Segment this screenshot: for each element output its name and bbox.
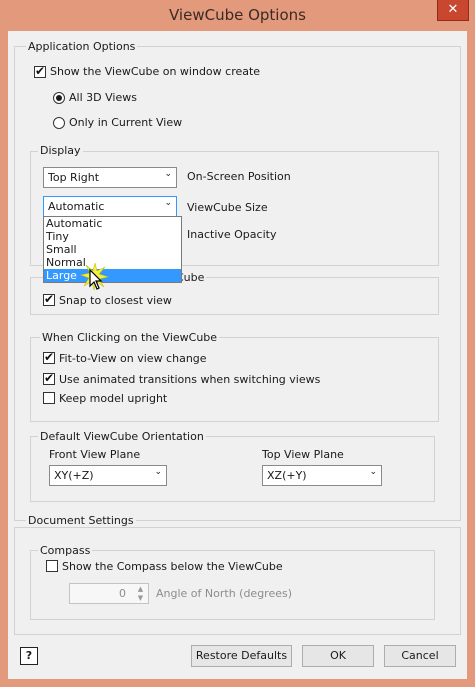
show-viewcube-label: Show the ViewCube on window create: [50, 65, 261, 78]
chevron-down-icon: ⌄: [154, 467, 162, 477]
size-value: Automatic: [48, 200, 105, 213]
spin-up-icon[interactable]: ▲: [134, 585, 147, 594]
front-plane-value: XY(+Z): [54, 469, 94, 482]
angle-label: Angle of North (degrees): [156, 587, 293, 600]
front-plane-label: Front View Plane: [49, 448, 141, 461]
dialog-body: Application Options ✔ Show the ViewCube …: [8, 31, 467, 679]
ok-button[interactable]: OK: [302, 645, 374, 667]
restore-defaults-button[interactable]: Restore Defaults: [191, 645, 292, 667]
check-icon: ✔: [44, 292, 55, 306]
snap-label: Snap to closest view: [59, 294, 172, 307]
help-button[interactable]: ?: [20, 647, 38, 665]
size-option-normal[interactable]: Normal: [44, 256, 181, 269]
check-icon: ✔: [44, 350, 55, 364]
display-title: Display: [38, 144, 83, 157]
show-compass-label: Show the Compass below the ViewCube: [62, 560, 283, 573]
current-view-radio[interactable]: [53, 117, 65, 129]
show-compass-checkbox[interactable]: [46, 560, 58, 572]
application-options-title: Application Options: [26, 40, 138, 53]
size-label: ViewCube Size: [187, 201, 268, 214]
clicking-title: When Clicking on the ViewCube: [40, 331, 220, 344]
title-bar[interactable]: ViewCube Options ✕: [0, 0, 475, 31]
size-option-large[interactable]: Large: [44, 269, 181, 282]
top-plane-value: XZ(+Y): [267, 469, 307, 482]
size-option-automatic[interactable]: Automatic: [44, 217, 181, 230]
chevron-down-icon: ⌄: [164, 169, 172, 179]
help-icon: ?: [25, 649, 33, 662]
show-viewcube-checkbox[interactable]: ✔: [34, 64, 46, 78]
mouse-cursor-icon: [80, 262, 110, 291]
size-combo[interactable]: Automatic ⌄: [43, 196, 177, 217]
compass-title: Compass: [38, 544, 93, 557]
chevron-down-icon: ⌄: [369, 467, 377, 477]
top-plane-combo[interactable]: XZ(+Y) ⌄: [262, 465, 382, 486]
animated-transitions-checkbox[interactable]: ✔: [43, 371, 55, 385]
radio-selected-dot: [56, 95, 62, 101]
spin-down-icon[interactable]: ▼: [134, 594, 147, 603]
animated-transitions-label: Use animated transitions when switching …: [59, 373, 321, 386]
close-icon: ✕: [447, 2, 459, 17]
check-icon: ✔: [35, 64, 46, 78]
size-option-tiny[interactable]: Tiny: [44, 230, 181, 243]
size-dropdown-list[interactable]: Automatic Tiny Small Normal Large: [43, 216, 182, 283]
close-button[interactable]: ✕: [437, 0, 469, 21]
all-3d-views-radio[interactable]: [53, 92, 65, 104]
cancel-button[interactable]: Cancel: [384, 645, 456, 667]
angle-spinner[interactable]: 0 ▲ ▼: [69, 583, 149, 604]
keep-upright-label: Keep model upright: [59, 392, 168, 405]
all-3d-views-label: All 3D Views: [69, 91, 137, 104]
window-title: ViewCube Options: [169, 6, 306, 24]
position-value: Top Right: [48, 171, 100, 184]
opacity-label: Inactive Opacity: [187, 228, 277, 241]
document-settings-title: Document Settings: [26, 514, 136, 527]
position-label: On-Screen Position: [187, 170, 291, 183]
fit-to-view-label: Fit-to-View on view change: [59, 352, 207, 365]
fit-to-view-checkbox[interactable]: ✔: [43, 350, 55, 364]
check-icon: ✔: [44, 371, 55, 385]
position-combo[interactable]: Top Right ⌄: [43, 167, 177, 188]
keep-upright-checkbox[interactable]: [43, 392, 55, 404]
top-plane-label: Top View Plane: [262, 448, 344, 461]
dialog-window: ViewCube Options ✕ Application Options ✔…: [0, 0, 475, 687]
size-option-small[interactable]: Small: [44, 243, 181, 256]
chevron-down-icon: ⌄: [164, 198, 172, 208]
angle-value: 0: [119, 587, 126, 600]
front-plane-combo[interactable]: XY(+Z) ⌄: [49, 465, 167, 486]
current-view-label: Only in Current View: [69, 116, 183, 129]
snap-checkbox[interactable]: ✔: [43, 292, 55, 306]
orientation-title: Default ViewCube Orientation: [38, 430, 206, 443]
